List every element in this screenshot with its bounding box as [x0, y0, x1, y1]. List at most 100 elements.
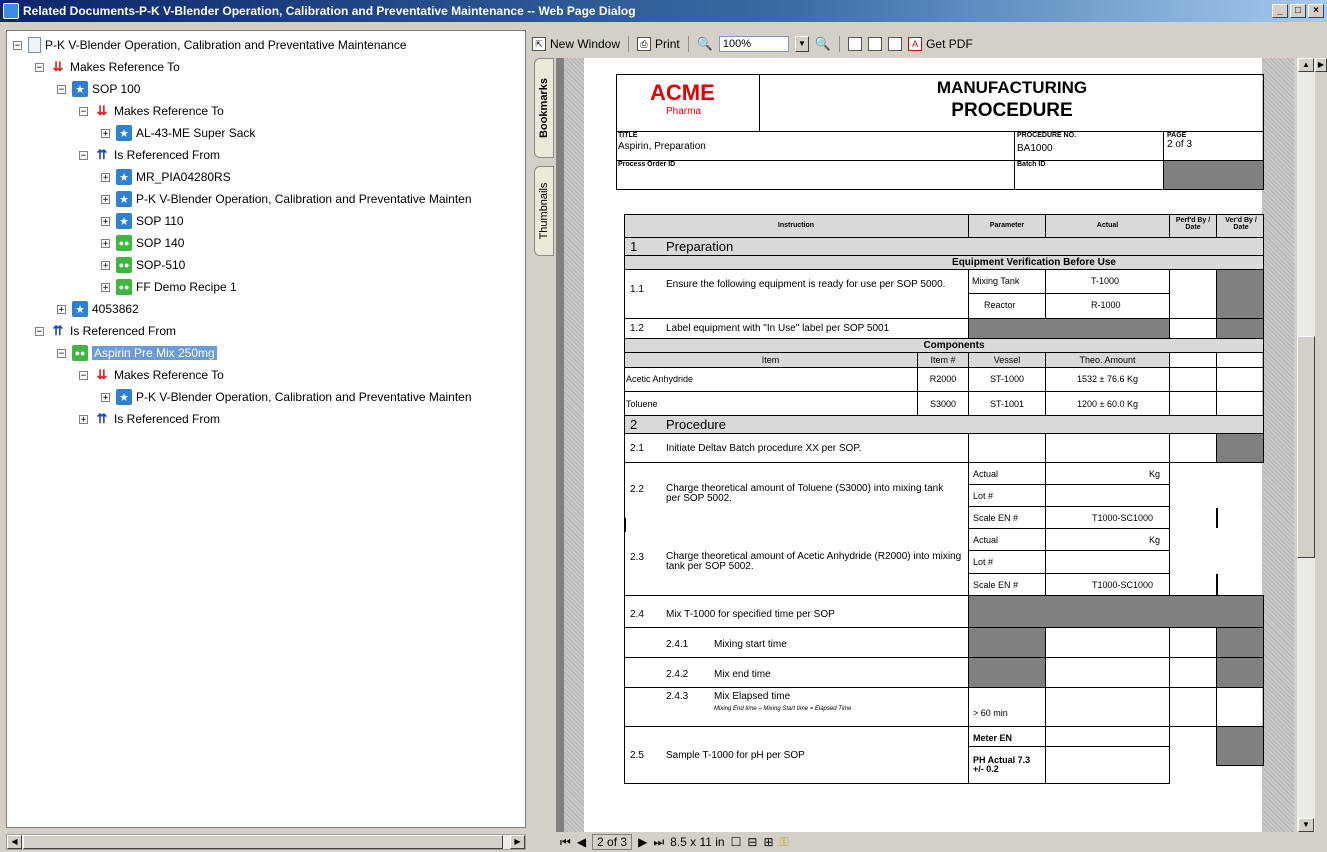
tree-node-sop140[interactable]: + ●● SOP 140: [101, 233, 184, 253]
viewer-toolbar: ⇱ New Window ⎙ Print 🔍 100% ▼ 🔍 A Get PDF: [532, 32, 1327, 56]
tree-horizontal-scrollbar[interactable]: ◀ ▶: [6, 834, 526, 850]
tree-node-mr[interactable]: + ★ MR_PIA04280RS: [101, 167, 231, 187]
key-icon[interactable]: ⚿: [780, 835, 789, 850]
comp-vessel: ST-1001: [989, 399, 1025, 409]
tree-node-sop100[interactable]: − ★ SOP 100: [57, 79, 140, 99]
section-number: 2: [630, 417, 638, 432]
window-title: Related Documents-P-K V-Blender Operatio…: [23, 4, 636, 18]
param-cell: [968, 462, 1170, 485]
minimize-button[interactable]: _: [1272, 4, 1288, 18]
tab-thumbnails[interactable]: Thumbnails: [534, 166, 554, 256]
scroll-down-icon[interactable]: ▼: [1298, 818, 1314, 832]
zoom-in-icon[interactable]: 🔍: [815, 36, 831, 52]
collapse-icon[interactable]: −: [79, 370, 88, 380]
zoom-out-icon[interactable]: 🔍: [697, 36, 713, 52]
collapse-icon[interactable]: −: [35, 62, 44, 72]
tree-node-aspirin[interactable]: − ●● Aspirin Pre Mix 250mg: [57, 343, 217, 363]
batch-label: Batch ID: [1017, 161, 1046, 168]
expand-icon[interactable]: +: [101, 260, 110, 270]
scroll-left-icon[interactable]: ◀: [7, 835, 22, 849]
tree-node-ff-demo[interactable]: + ●● FF Demo Recipe 1: [101, 277, 237, 297]
comp-header-vessel: Vessel: [993, 355, 1021, 365]
next-page-icon[interactable]: ▶: [638, 835, 647, 849]
collapse-icon[interactable]: −: [13, 40, 22, 50]
tree-node-is-referenced[interactable]: − ⇈ Is Referenced From: [35, 321, 176, 341]
page-indicator[interactable]: 2 of 3: [592, 834, 633, 850]
tree-node-4053862[interactable]: + ★ 4053862: [57, 299, 139, 319]
toolbar-divider: [687, 36, 689, 52]
tree-node-root[interactable]: − P-K V-Blender Operation, Calibration an…: [13, 35, 407, 55]
expand-icon[interactable]: +: [101, 392, 110, 402]
tree-label: Makes Reference To: [114, 368, 224, 382]
param-label: Lot #: [973, 557, 994, 567]
close-button[interactable]: ×: [1308, 4, 1324, 18]
referenced-from-icon: ⇈: [96, 411, 108, 426]
doc-heading-2: PROCEDURE: [951, 100, 1073, 121]
sop-star-icon: ★: [72, 301, 88, 317]
last-page-icon[interactable]: ⏭: [653, 835, 664, 850]
collapse-icon[interactable]: −: [35, 326, 44, 336]
expand-icon[interactable]: +: [101, 282, 110, 292]
print-button[interactable]: ⎙ Print: [637, 37, 680, 51]
scroll-up-icon[interactable]: ▲: [1298, 58, 1314, 72]
previous-page-icon[interactable]: ◀: [577, 835, 586, 849]
single-page-icon[interactable]: ☐: [731, 835, 742, 849]
tree-node-makes-reference[interactable]: − ⇊ Makes Reference To: [79, 365, 224, 385]
sop-star-icon: ★: [116, 125, 132, 141]
gray-cell: [1216, 726, 1264, 766]
maximize-button[interactable]: □: [1290, 4, 1306, 18]
collapse-icon[interactable]: −: [79, 150, 88, 160]
scroll-thumb[interactable]: [1297, 336, 1315, 558]
expand-icon[interactable]: +: [101, 238, 110, 248]
tree-label: P-K V-Blender Operation, Calibration and…: [136, 192, 472, 206]
param-label: Actual: [973, 469, 999, 479]
row-number: 2.4.3: [666, 691, 689, 702]
row-number: 2.1: [630, 443, 644, 454]
previous-page-icon[interactable]: [868, 37, 883, 51]
row-text: Mix end time: [714, 669, 771, 680]
gray-cell: [1216, 627, 1264, 658]
new-window-button[interactable]: ⇱ New Window: [532, 37, 620, 51]
first-page-icon[interactable]: [848, 37, 863, 51]
zoom-input[interactable]: 100%: [718, 36, 789, 52]
first-page-icon[interactable]: ⏮: [560, 835, 571, 850]
section-title: Preparation: [666, 239, 734, 254]
tree-node-sop510[interactable]: + ●● SOP-510: [101, 255, 185, 275]
viewer-side-tabs: Bookmarks Thumbnails: [532, 58, 554, 832]
tree-node-al43[interactable]: + ★ AL-43-ME Super Sack: [101, 123, 255, 143]
tree-label: P-K V-Blender Operation, Calibration and…: [136, 390, 472, 404]
param-label: PH Actual 7.3 +/- 0.2: [973, 755, 1031, 774]
expand-icon[interactable]: +: [79, 414, 88, 424]
zoom-dropdown-icon[interactable]: ▼: [794, 36, 809, 52]
expand-icon[interactable]: +: [101, 194, 110, 204]
tab-bookmarks[interactable]: Bookmarks: [534, 58, 554, 158]
next-page-icon[interactable]: [888, 37, 903, 51]
expand-icon[interactable]: +: [101, 128, 110, 138]
expand-icon[interactable]: +: [101, 172, 110, 182]
scroll-thumb[interactable]: [23, 835, 503, 849]
document-vertical-scrollbar[interactable]: ▲ ▼: [1297, 58, 1315, 832]
collapse-icon[interactable]: −: [57, 84, 66, 94]
get-pdf-button[interactable]: A Get PDF: [908, 37, 973, 51]
tree-node-is-referenced[interactable]: − ⇈ Is Referenced From: [79, 145, 220, 165]
subsection-title: Components: [923, 340, 985, 351]
param-value: > 60 min: [973, 708, 1008, 718]
comp-amount: 1532 ± 76.6 Kg: [1077, 374, 1138, 384]
expand-icon[interactable]: +: [101, 216, 110, 226]
collapse-icon[interactable]: −: [79, 106, 88, 116]
scroll-right-icon[interactable]: ▶: [510, 835, 525, 849]
tree-node-makes-reference[interactable]: − ⇊ Makes Reference To: [35, 57, 180, 77]
tree-node-sop110[interactable]: + ★ SOP 110: [101, 211, 184, 231]
tree-node-makes-reference[interactable]: − ⇊ Makes Reference To: [79, 101, 224, 121]
grid-view-icon[interactable]: ⊞: [763, 835, 773, 849]
expand-icon[interactable]: +: [57, 304, 66, 314]
collapse-icon[interactable]: −: [57, 348, 66, 358]
tree-node-pk-blender[interactable]: + ★ P-K V-Blender Operation, Calibration a…: [101, 387, 472, 407]
row-number: 2.4.2: [666, 669, 689, 680]
collapse-panel-icon[interactable]: ▶: [1315, 58, 1327, 72]
param-cell: [968, 528, 1170, 551]
tree-label: Makes Reference To: [114, 104, 224, 118]
fit-width-icon[interactable]: ⊟: [747, 835, 757, 849]
tree-node-is-referenced[interactable]: + ⇈ Is Referenced From: [79, 409, 220, 429]
tree-node-pk-blender[interactable]: + ★ P-K V-Blender Operation, Calibration a…: [101, 189, 472, 209]
